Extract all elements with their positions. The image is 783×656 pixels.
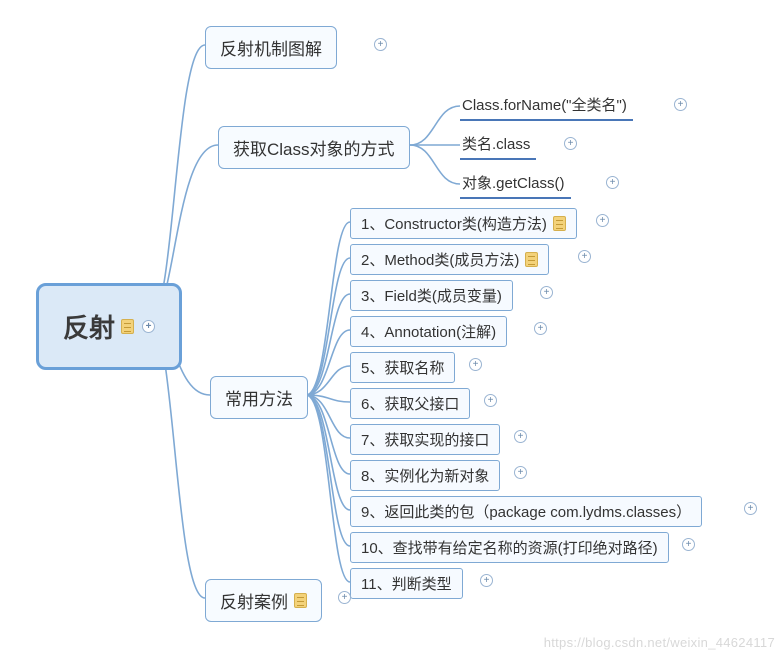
expand-icon[interactable]: + <box>338 591 351 604</box>
leaf-label: 2、Method类(成员方法) <box>361 249 519 270</box>
leaf-classliteral[interactable]: 类名.class <box>460 131 536 160</box>
expand-icon[interactable]: + <box>514 466 527 479</box>
expand-icon[interactable]: + <box>674 98 687 111</box>
leaf-parentiface[interactable]: 6、获取父接口 <box>350 388 470 419</box>
leaf-annotation[interactable]: 4、Annotation(注解) <box>350 316 507 347</box>
root-node[interactable]: 反射 + <box>36 283 182 370</box>
expand-icon[interactable]: + <box>480 574 493 587</box>
leaf-getresource[interactable]: 10、查找带有给定名称的资源(打印绝对路径) <box>350 532 669 563</box>
leaf-label: 对象.getClass() <box>462 172 565 193</box>
leaf-label: 类名.class <box>462 133 530 154</box>
expand-icon[interactable]: + <box>514 430 527 443</box>
root-label: 反射 <box>63 308 115 345</box>
expand-icon[interactable]: + <box>374 38 387 51</box>
expand-icon[interactable]: + <box>142 320 155 333</box>
note-icon <box>294 593 307 608</box>
leaf-method[interactable]: 2、Method类(成员方法) <box>350 244 549 275</box>
leaf-label: 9、返回此类的包（package com.lydms.classes） <box>361 501 691 522</box>
branch-cases[interactable]: 反射案例 <box>205 579 322 622</box>
branch-label: 反射案例 <box>220 588 288 613</box>
leaf-label: 8、实例化为新对象 <box>361 465 489 486</box>
leaf-label: 7、获取实现的接口 <box>361 429 489 450</box>
expand-icon[interactable]: + <box>744 502 757 515</box>
branch-label: 常用方法 <box>225 385 293 410</box>
leaf-label: 3、Field类(成员变量) <box>361 285 502 306</box>
expand-icon[interactable]: + <box>578 250 591 263</box>
branch-diagram[interactable]: 反射机制图解 <box>205 26 337 69</box>
leaf-label: 1、Constructor类(构造方法) <box>361 213 547 234</box>
leaf-getclass[interactable]: 对象.getClass() <box>460 170 571 199</box>
branch-common-methods[interactable]: 常用方法 <box>210 376 308 419</box>
leaf-label: 10、查找带有给定名称的资源(打印绝对路径) <box>361 537 658 558</box>
branch-get-class[interactable]: 获取Class对象的方式 <box>218 126 410 169</box>
leaf-label: 11、判断类型 <box>361 573 452 594</box>
expand-icon[interactable]: + <box>682 538 695 551</box>
expand-icon[interactable]: + <box>564 137 577 150</box>
leaf-label: Class.forName("全类名") <box>462 94 627 115</box>
leaf-label: 5、获取名称 <box>361 357 444 378</box>
branch-label: 反射机制图解 <box>220 35 322 60</box>
watermark-text: https://blog.csdn.net/weixin_44624117 <box>544 635 775 650</box>
note-icon <box>553 216 566 231</box>
leaf-getpackage[interactable]: 9、返回此类的包（package com.lydms.classes） <box>350 496 702 527</box>
expand-icon[interactable]: + <box>596 214 609 227</box>
leaf-forname[interactable]: Class.forName("全类名") <box>460 92 633 121</box>
leaf-label: 6、获取父接口 <box>361 393 459 414</box>
leaf-newinstance[interactable]: 8、实例化为新对象 <box>350 460 500 491</box>
expand-icon[interactable]: + <box>484 394 497 407</box>
leaf-getname[interactable]: 5、获取名称 <box>350 352 455 383</box>
expand-icon[interactable]: + <box>540 286 553 299</box>
leaf-field[interactable]: 3、Field类(成员变量) <box>350 280 513 311</box>
expand-icon[interactable]: + <box>534 322 547 335</box>
leaf-constructor[interactable]: 1、Constructor类(构造方法) <box>350 208 577 239</box>
branch-label: 获取Class对象的方式 <box>233 135 395 160</box>
expand-icon[interactable]: + <box>606 176 619 189</box>
leaf-typecheck[interactable]: 11、判断类型 <box>350 568 463 599</box>
expand-icon[interactable]: + <box>469 358 482 371</box>
leaf-impl-iface[interactable]: 7、获取实现的接口 <box>350 424 500 455</box>
note-icon <box>121 319 134 334</box>
leaf-label: 4、Annotation(注解) <box>361 321 496 342</box>
note-icon <box>525 252 538 267</box>
